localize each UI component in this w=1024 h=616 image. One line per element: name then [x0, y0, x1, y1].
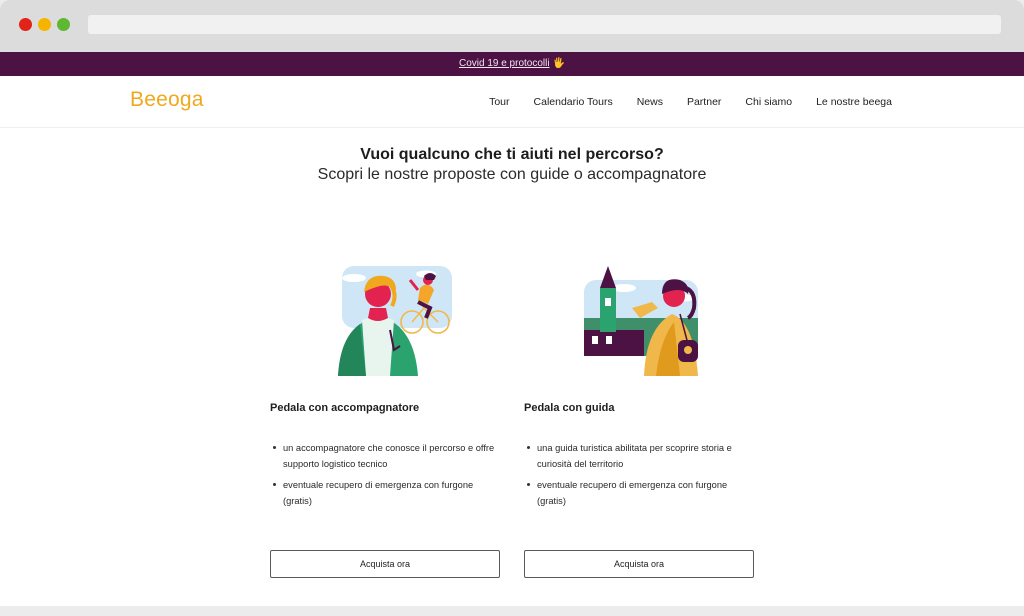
- nav-item-calendario-tours[interactable]: Calendario Tours: [534, 96, 613, 108]
- nav-item-tour[interactable]: Tour: [489, 96, 509, 108]
- address-bar[interactable]: [88, 15, 1001, 34]
- list-item: un accompagnatore che conosce il percors…: [270, 440, 500, 472]
- section-subtitle: Scopri le nostre proposte con guide o ac…: [317, 166, 707, 183]
- site-header: Beeoga Tour Calendario Tours News Partne…: [0, 76, 1024, 128]
- section-title: Vuoi qualcuno che ti aiuti nel percorso?: [360, 146, 664, 163]
- feature-list: un accompagnatore che conosce il percors…: [270, 440, 500, 514]
- feature-list: una guida turistica abilitata per scopri…: [524, 440, 754, 514]
- list-item: eventuale recupero di emergenza con furg…: [524, 477, 754, 509]
- buy-now-button-accompagnatore[interactable]: Acquista ora: [270, 550, 500, 578]
- main-nav: Tour Calendario Tours News Partner Chi s…: [489, 96, 892, 108]
- browser-chrome: [0, 0, 1024, 52]
- list-item: una guida turistica abilitata per scopri…: [524, 440, 754, 472]
- minimize-window-button[interactable]: [38, 18, 51, 31]
- promo-bar: Covid 19 e protocolli 🖐: [0, 52, 1024, 76]
- nav-item-le-nostre-beega[interactable]: Le nostre beega: [816, 96, 892, 108]
- section-heading: Vuoi qualcuno che ti aiuti nel percorso?…: [0, 146, 1024, 184]
- close-window-button[interactable]: [19, 18, 32, 31]
- logo[interactable]: Beeoga: [130, 88, 204, 112]
- tour-guide-illustration: [584, 266, 698, 376]
- nav-item-news[interactable]: News: [637, 96, 663, 108]
- card-title: Pedala con guida: [524, 402, 615, 414]
- buy-now-button-guida[interactable]: Acquista ora: [524, 550, 754, 578]
- list-item: eventuale recupero di emergenza con furg…: [270, 477, 500, 509]
- maximize-window-button[interactable]: [57, 18, 70, 31]
- nav-item-chi-siamo[interactable]: Chi siamo: [745, 96, 792, 108]
- logo-text: Beeoga: [130, 88, 204, 111]
- nav-item-partner[interactable]: Partner: [687, 96, 721, 108]
- covid-protocol-link[interactable]: Covid 19 e protocolli: [459, 58, 550, 69]
- cyclist-companion-illustration: [338, 266, 452, 376]
- hand-icon: 🖐: [552, 58, 566, 69]
- card-title: Pedala con accompagnatore: [270, 402, 420, 414]
- web-page: Covid 19 e protocolli 🖐 Beeoga Tour Calen…: [0, 52, 1024, 606]
